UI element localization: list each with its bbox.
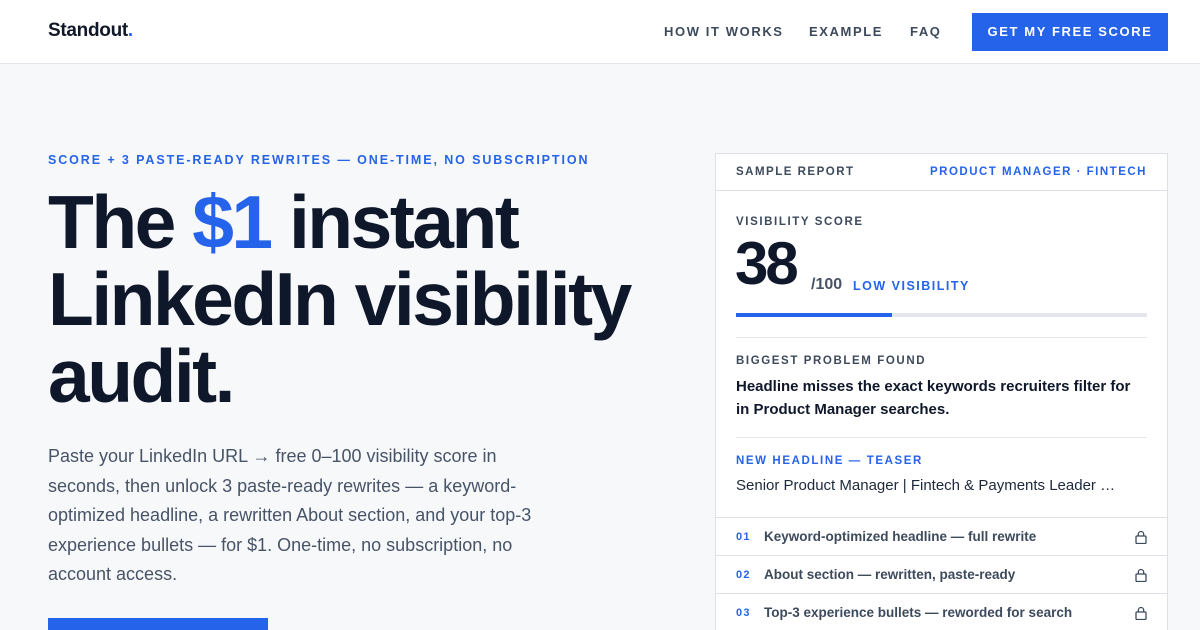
report-label: SAMPLE REPORT bbox=[736, 166, 855, 178]
hero-title: The $1 instant LinkedIn visibility audit… bbox=[48, 184, 688, 415]
score-bar-fill bbox=[736, 313, 893, 317]
nav-faq[interactable]: FAQ bbox=[910, 24, 942, 39]
hero-title-pre: The bbox=[48, 180, 193, 264]
item-text: Top-3 experience bullets — reworded for … bbox=[764, 605, 1073, 620]
teaser-text: Senior Product Manager | Fintech & Payme… bbox=[736, 477, 1116, 494]
divider bbox=[736, 337, 1147, 338]
score-label: VISIBILITY SCORE bbox=[736, 216, 864, 228]
teaser-label: NEW HEADLINE — TEASER bbox=[736, 455, 923, 467]
lock-icon bbox=[1135, 530, 1147, 544]
locked-item[interactable]: 02 About section — rewritten, paste-read… bbox=[716, 555, 1167, 593]
problem-label: BIGGEST PROBLEM FOUND bbox=[736, 355, 927, 367]
logo-dot: . bbox=[127, 20, 133, 41]
nav-example[interactable]: EXAMPLE bbox=[809, 24, 883, 39]
score-max: /100 bbox=[811, 276, 843, 293]
score-status: LOW VISIBILITY bbox=[853, 279, 970, 293]
logo-text: Standout bbox=[48, 20, 128, 41]
locked-item[interactable]: 01 Keyword-optimized headline — full rew… bbox=[716, 517, 1167, 555]
item-number: 02 bbox=[736, 569, 751, 581]
hero-eyebrow: SCORE + 3 PASTE-READY REWRITES — ONE-TIM… bbox=[48, 153, 590, 167]
report-header: SAMPLE REPORT PRODUCT MANAGER · FINTECH bbox=[716, 154, 1167, 191]
score-value: 38 bbox=[735, 230, 799, 297]
lock-icon bbox=[1135, 568, 1147, 582]
logo[interactable]: Standout. bbox=[48, 20, 133, 42]
item-number: 03 bbox=[736, 607, 751, 619]
item-text: Keyword-optimized headline — full rewrit… bbox=[764, 529, 1037, 544]
divider bbox=[736, 437, 1147, 438]
get-free-score-button[interactable]: GET MY FREE SCORE bbox=[972, 13, 1168, 51]
sample-report-card: SAMPLE REPORT PRODUCT MANAGER · FINTECH … bbox=[715, 153, 1168, 630]
item-text: About section — rewritten, paste-ready bbox=[764, 567, 1016, 582]
hero-subtitle: Paste your LinkedIn URL → free 0–100 vis… bbox=[48, 446, 532, 584]
score-bar bbox=[736, 313, 1147, 317]
locked-item[interactable]: 03 Top-3 experience bullets — reworded f… bbox=[716, 593, 1167, 630]
hero-cta-button[interactable] bbox=[48, 618, 268, 630]
lock-icon bbox=[1135, 606, 1147, 620]
site-header: Standout. HOW IT WORKS EXAMPLE FAQ GET M… bbox=[0, 0, 1200, 64]
report-role: PRODUCT MANAGER · FINTECH bbox=[929, 166, 1147, 178]
item-number: 01 bbox=[736, 531, 751, 543]
problem-text: Headline misses the exact keywords recru… bbox=[736, 378, 1131, 418]
nav-how-it-works[interactable]: HOW IT WORKS bbox=[664, 24, 784, 39]
hero-title-accent: $1 bbox=[192, 180, 273, 264]
